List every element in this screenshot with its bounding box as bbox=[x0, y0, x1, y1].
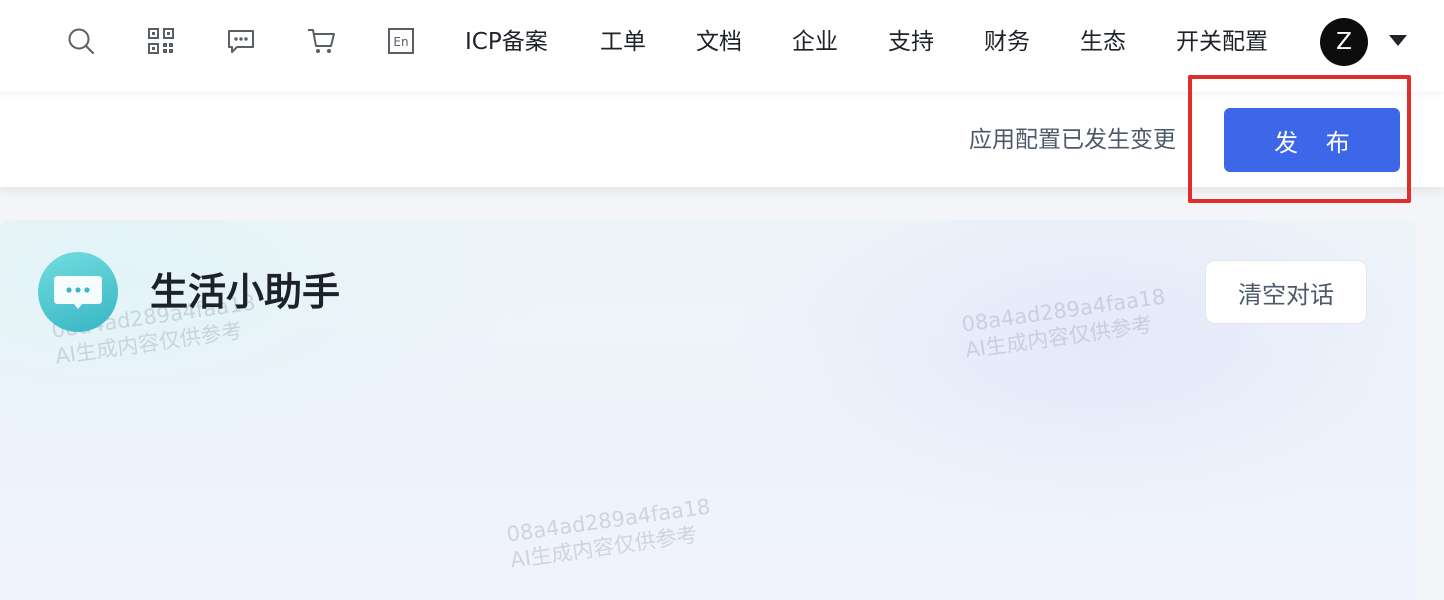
chat-bubble-icon bbox=[54, 276, 102, 309]
message-icon[interactable] bbox=[226, 26, 256, 56]
nav-link-icp[interactable]: ICP备案 bbox=[465, 24, 548, 60]
nav-link-switch-config[interactable]: 开关配置 bbox=[1176, 24, 1268, 60]
qr-code-icon[interactable] bbox=[146, 26, 176, 56]
nav-link-docs[interactable]: 文档 bbox=[696, 24, 742, 60]
watermark-id: 08a4ad289a4faa18 bbox=[505, 494, 712, 547]
top-navigation: En ICP备案 工单 文档 企业 支持 财务 生态 开关配置 Z bbox=[0, 0, 1444, 92]
clear-conversation-button[interactable]: 清空对话 bbox=[1205, 260, 1367, 324]
nav-link-enterprise[interactable]: 企业 bbox=[792, 24, 838, 60]
assistant-avatar bbox=[38, 252, 118, 332]
watermark: 08a4ad289a4faa18 AI生成内容仅供参考 bbox=[505, 493, 716, 573]
language-en-label: En bbox=[393, 35, 408, 49]
nav-link-ecosystem[interactable]: 生态 bbox=[1080, 24, 1126, 60]
watermark-id: 08a4ad289a4faa18 bbox=[960, 284, 1167, 337]
config-changed-notice: 应用配置已发生变更 bbox=[969, 127, 1176, 153]
watermark-text: AI生成内容仅供参考 bbox=[963, 312, 1154, 363]
publish-button[interactable]: 发 布 bbox=[1224, 108, 1400, 172]
user-avatar[interactable]: Z bbox=[1320, 18, 1368, 66]
assistant-title: 生活小助手 bbox=[150, 270, 341, 314]
cart-icon[interactable] bbox=[306, 26, 336, 56]
language-en-icon[interactable]: En bbox=[386, 26, 416, 56]
nav-link-support[interactable]: 支持 bbox=[888, 24, 934, 60]
chat-panel: 08a4ad289a4faa18 AI生成内容仅供参考 08a4ad289a4f… bbox=[0, 220, 1416, 600]
nav-link-tickets[interactable]: 工单 bbox=[600, 24, 646, 60]
watermark: 08a4ad289a4faa18 AI生成内容仅供参考 bbox=[960, 283, 1171, 363]
search-icon[interactable] bbox=[66, 26, 96, 56]
watermark-text: AI生成内容仅供参考 bbox=[508, 522, 699, 573]
publish-bar: 应用配置已发生变更 发 布 bbox=[0, 92, 1444, 187]
caret-down-icon[interactable] bbox=[1389, 35, 1407, 46]
nav-link-finance[interactable]: 财务 bbox=[984, 24, 1030, 60]
